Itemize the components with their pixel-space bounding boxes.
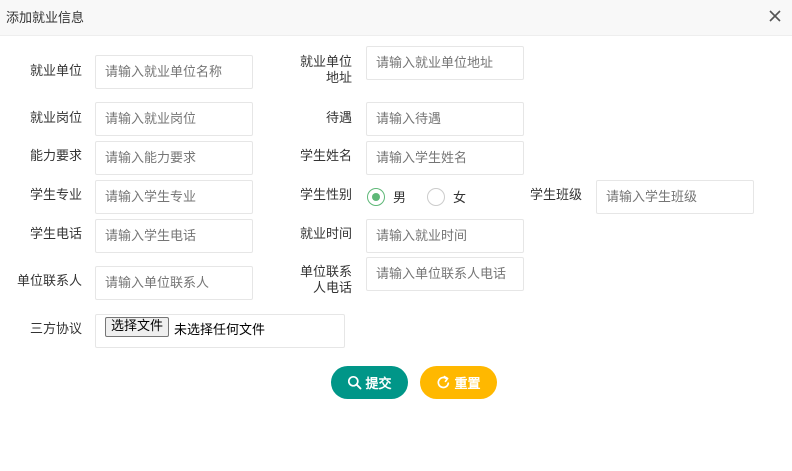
gender-option-female: 女: [453, 191, 467, 206]
student-class-input[interactable]: [596, 180, 754, 214]
gender-radio-male[interactable]: 男: [367, 187, 406, 206]
contact-label: 单位联系人: [16, 274, 82, 289]
contact-phone-label: 单位联系人电话: [299, 265, 352, 296]
contact-input[interactable]: [95, 266, 253, 300]
company-address-label: 就业单位地址: [299, 55, 352, 86]
refresh-icon: [436, 375, 451, 390]
choose-file-button[interactable]: 选择文件: [105, 317, 170, 337]
agreement-file-input[interactable]: 选择文件 未选择任何文件: [95, 314, 345, 348]
company-address-input[interactable]: [366, 46, 524, 80]
reset-button[interactable]: 重置: [420, 366, 497, 399]
submit-button[interactable]: 提交: [331, 366, 408, 399]
gender-label: 学生性别: [299, 188, 352, 203]
student-name-label: 学生姓名: [299, 149, 352, 164]
position-input[interactable]: [95, 102, 253, 136]
phone-input[interactable]: [95, 219, 253, 253]
close-icon[interactable]: [768, 9, 782, 23]
gender-radio-female[interactable]: 女: [427, 187, 466, 206]
radio-checked-icon: [367, 187, 385, 206]
contact-phone-input[interactable]: [366, 257, 524, 291]
student-name-input[interactable]: [366, 141, 524, 175]
dialog-titlebar: 添加就业信息: [0, 0, 792, 36]
requirement-label: 能力要求: [29, 149, 82, 164]
submit-label: 提交: [365, 377, 392, 392]
radio-unchecked-icon: [427, 187, 445, 206]
company-label: 就业单位: [29, 64, 82, 79]
company-input[interactable]: [95, 55, 253, 89]
major-label: 学生专业: [29, 188, 82, 203]
student-class-label: 学生班级: [529, 188, 582, 203]
position-label: 就业岗位: [29, 111, 82, 126]
requirement-input[interactable]: [95, 141, 253, 175]
file-status: 未选择任何文件: [174, 323, 266, 338]
employ-time-label: 就业时间: [299, 227, 352, 242]
reset-label: 重置: [454, 377, 481, 392]
employ-time-input[interactable]: [366, 219, 524, 253]
salary-label: 待遇: [325, 111, 352, 126]
salary-input[interactable]: [366, 102, 524, 136]
major-input[interactable]: [95, 180, 253, 214]
gender-option-male: 男: [393, 191, 407, 206]
dialog-title: 添加就业信息: [6, 11, 85, 26]
phone-label: 学生电话: [29, 227, 82, 242]
search-icon: [347, 375, 362, 390]
agreement-label: 三方协议: [29, 322, 82, 337]
